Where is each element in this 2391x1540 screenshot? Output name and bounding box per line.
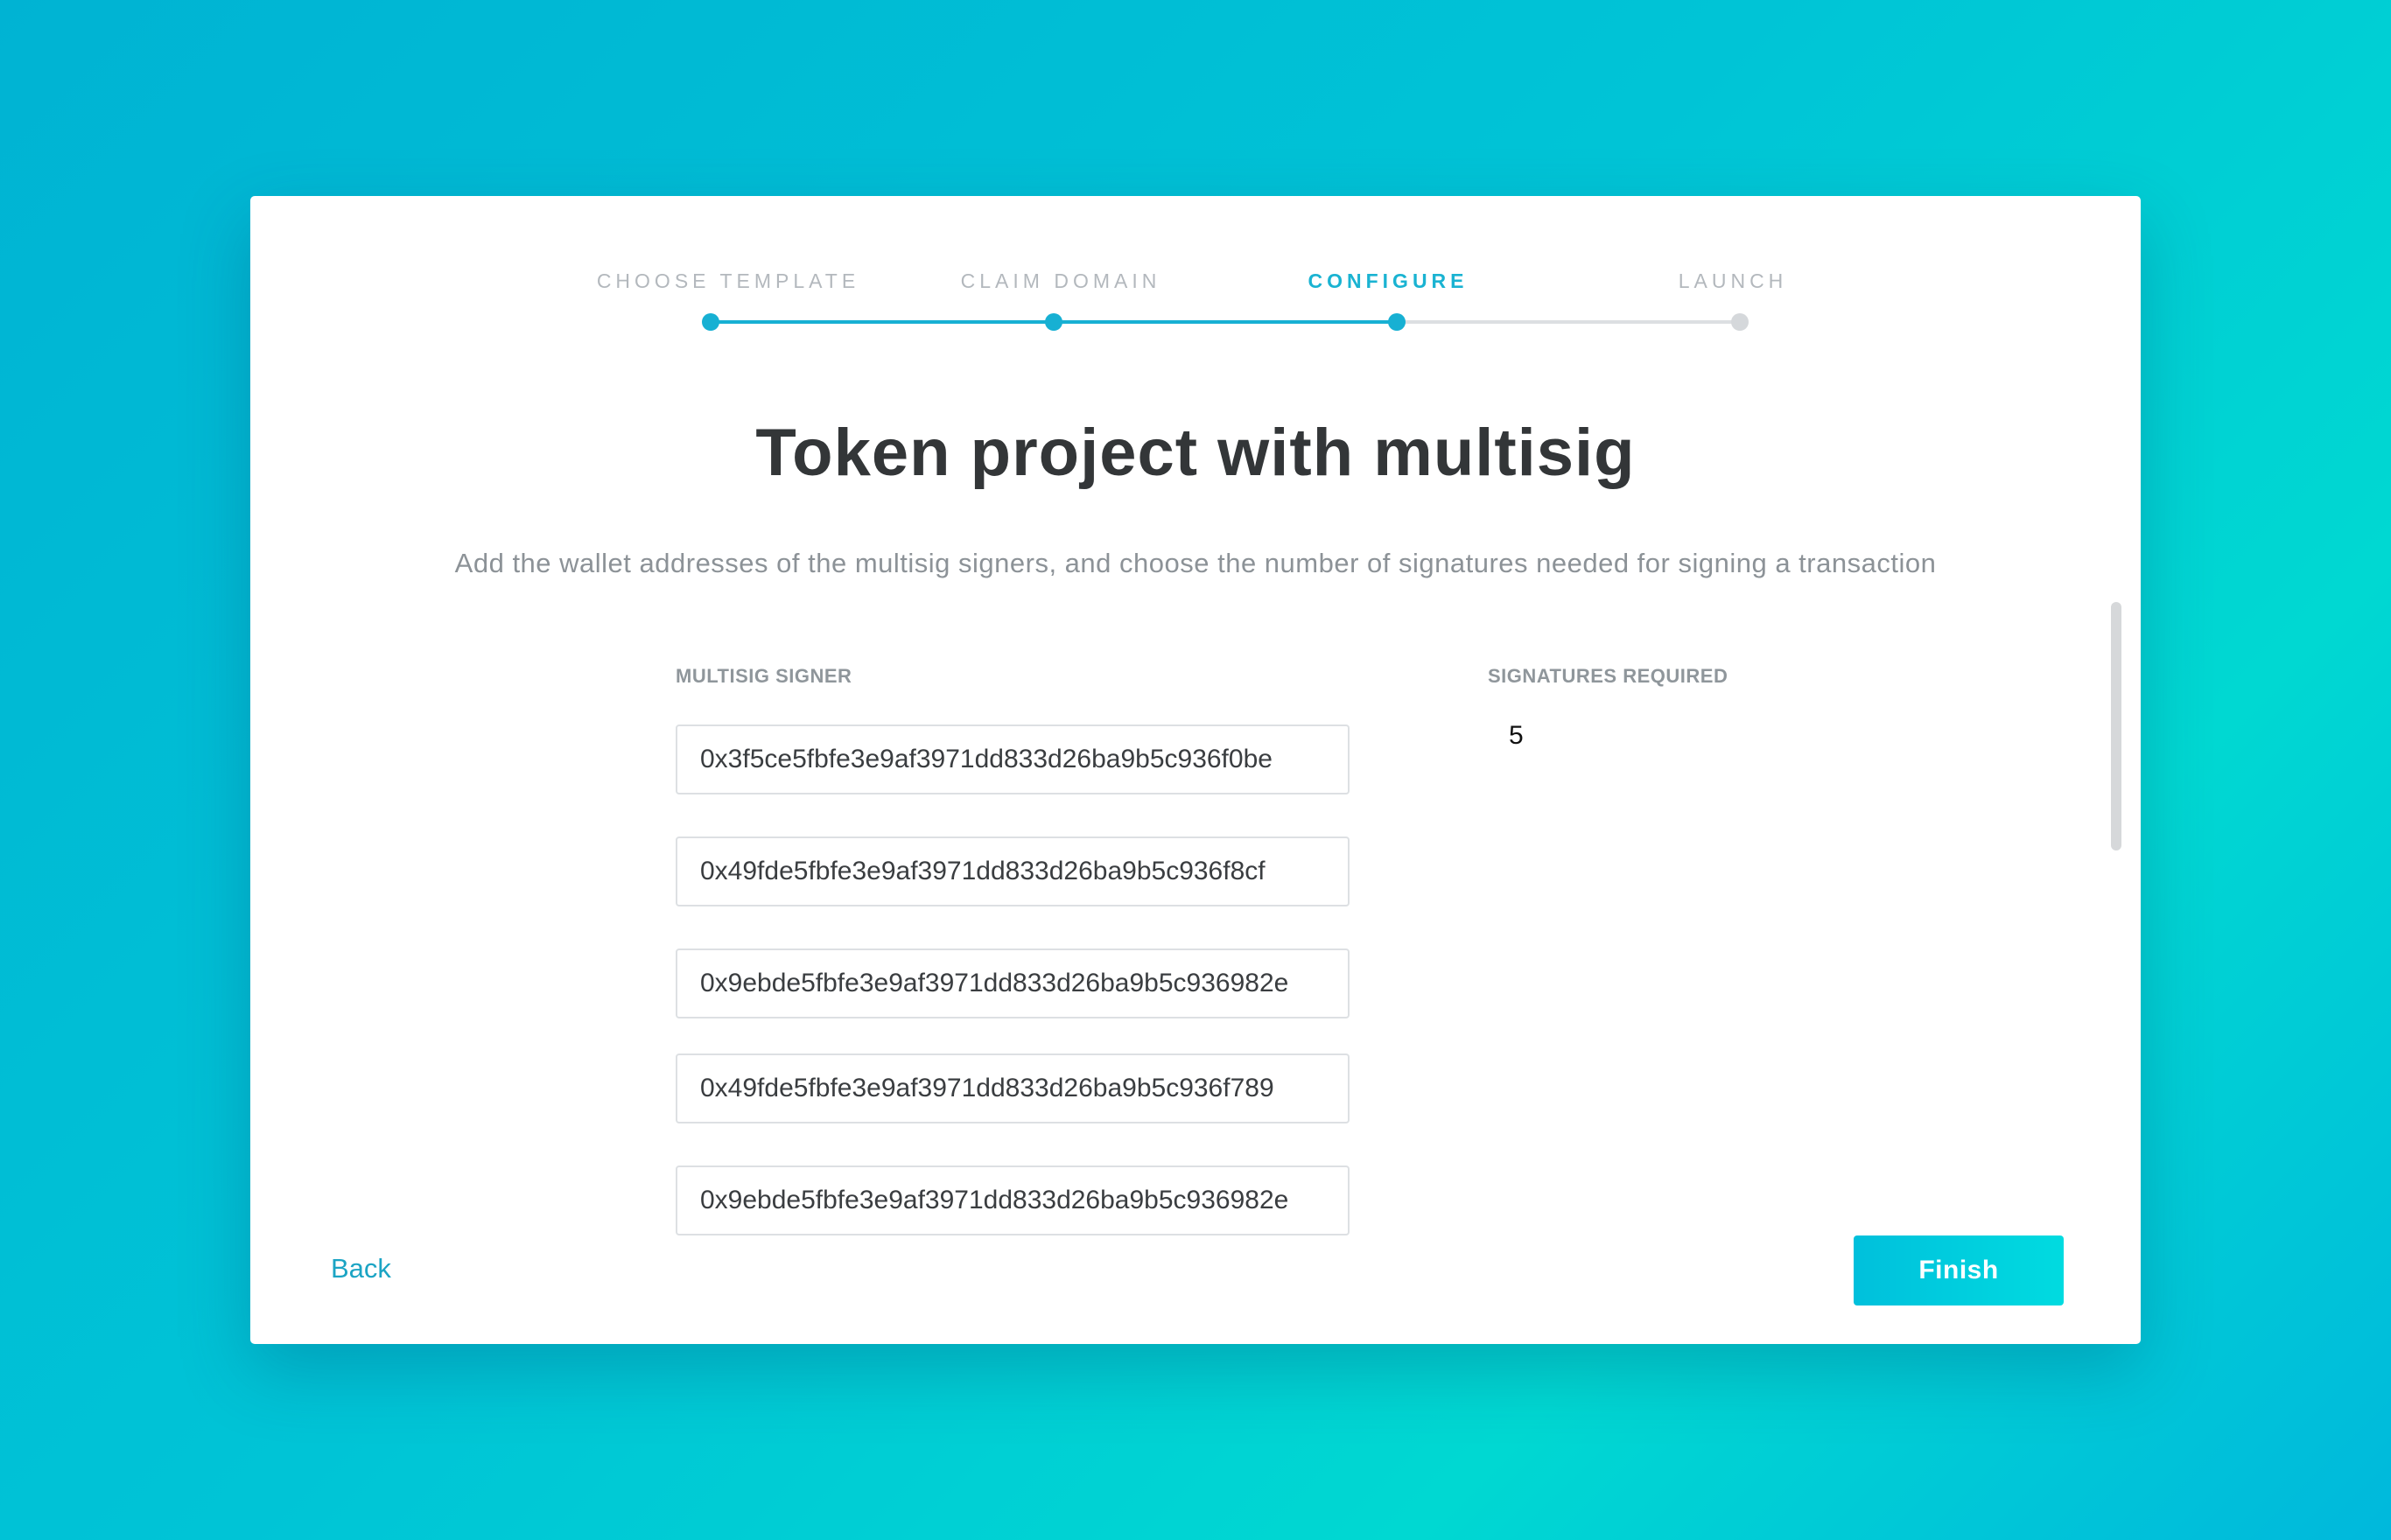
progress-stepper: CHOOSE TEMPLATE CLAIM DOMAIN CONFIGURE L… [250, 196, 2141, 336]
wizard-modal: CHOOSE TEMPLATE CLAIM DOMAIN CONFIGURE L… [250, 196, 2141, 1344]
step-connector-1 [711, 320, 1054, 324]
step-launch: LAUNCH [1678, 270, 1788, 292]
step-dot-configure[interactable] [1388, 313, 1406, 331]
step-choose-template[interactable]: CHOOSE TEMPLATE [597, 270, 859, 293]
step-configure[interactable]: CONFIGURE [1308, 270, 1469, 293]
step-claim-domain[interactable]: CLAIM DOMAIN [961, 270, 1161, 293]
scrollbar-thumb[interactable] [2111, 602, 2121, 850]
signer-address-input-3[interactable] [676, 948, 1350, 1018]
finish-button[interactable]: Finish [1854, 1236, 2064, 1306]
signatures-required-value[interactable]: 5 [1509, 721, 1524, 751]
step-dot-launch [1731, 313, 1749, 331]
step-connector-3 [1397, 320, 1740, 324]
signer-address-input-4[interactable] [676, 1054, 1350, 1124]
signer-address-input-5[interactable] [676, 1166, 1350, 1236]
step-dot-choose-template[interactable] [702, 313, 719, 331]
page-title: Token project with multisig [755, 416, 1636, 490]
step-connector-2 [1054, 320, 1397, 324]
back-button[interactable]: Back [331, 1253, 391, 1284]
step-dot-claim-domain[interactable] [1045, 313, 1062, 331]
signer-address-input-2[interactable] [676, 836, 1350, 906]
signer-address-input-1[interactable] [676, 724, 1350, 794]
page-subtitle: Add the wallet addresses of the multisig… [454, 548, 1937, 578]
list-fade-overlay [676, 1270, 1360, 1344]
signer-list [676, 702, 1360, 1344]
signatures-required-label: SIGNATURES REQUIRED [1488, 665, 1728, 687]
multisig-signer-label: MULTISIG SIGNER [676, 665, 852, 687]
